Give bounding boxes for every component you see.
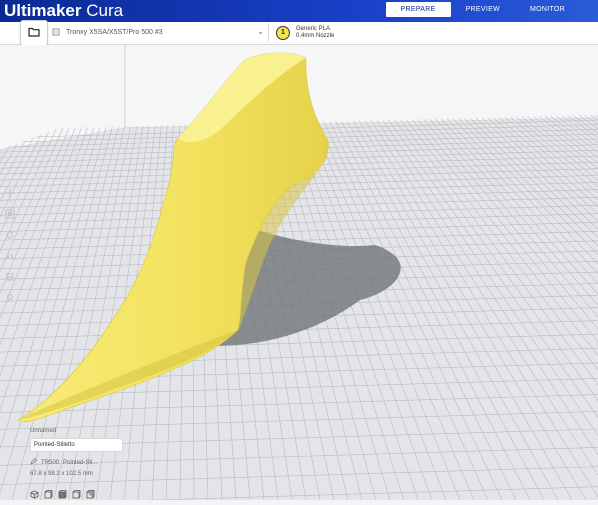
edit-icon[interactable] [30,458,37,467]
material-selector[interactable]: 1 Generic PLA 0.4mm Nozzle [276,23,334,42]
printer-selector[interactable]: Tronxy X5SA/X5ST/Pro 500 #3 ⌄ [52,23,269,42]
view-top-icon[interactable] [58,486,67,499]
support-blocker-icon [5,290,15,308]
tab-preview[interactable]: PREVIEW [451,2,515,17]
view-right-icon[interactable] [86,486,95,499]
rotate-tool-button[interactable] [4,230,16,242]
view-orientation-controls [30,486,95,499]
scale-icon [5,206,15,224]
app-logo: Ultimaker Cura [4,1,123,21]
per-model-settings-icon [5,269,15,287]
rotate-icon [5,227,15,245]
material-name: Generic PLA [296,25,331,32]
chevron-down-icon: ⌄ [257,27,264,36]
folder-icon [28,24,40,42]
view-front-icon[interactable] [44,486,53,499]
view-3d-icon[interactable] [30,486,39,499]
object-list-header[interactable]: Unnamed [30,428,123,434]
tab-prepare[interactable]: PREPARE [385,2,451,17]
tool-panel [0,188,20,328]
brand-name-bold: Ultimaker [4,1,82,20]
open-file-button[interactable] [20,20,48,46]
nozzle-size: 0.4mm Nozzle [296,32,335,39]
printer-icon [52,28,62,38]
printer-prefix: TR500 [41,459,60,466]
job-name-field[interactable]: Pointed-Stiletto [30,438,123,452]
mirror-icon [5,248,15,266]
view-left-icon[interactable] [72,486,81,499]
stage-tabs: PREPARE PREVIEW MONITOR [385,2,580,17]
per-model-settings-button[interactable] [4,272,16,284]
object-dimensions: 67.8 x 98.2 x 102.5 mm [30,471,93,477]
move-icon [5,185,15,203]
mirror-tool-button[interactable] [4,251,16,263]
object-name: Pointed-Sti... [63,459,98,466]
brand-name-light: Cura [81,1,124,20]
printer-name: Tronxy X5SA/X5ST/Pro 500 #3 [66,29,163,36]
object-list-panel: Unnamed Pointed-Stiletto TR500 Pointed-S… [30,428,123,477]
support-blocker-button[interactable] [4,293,16,305]
tab-monitor[interactable]: MONITOR [515,2,580,17]
move-tool-button[interactable] [4,188,16,200]
extruder-badge: 1 [276,25,290,40]
scale-tool-button[interactable] [4,209,16,221]
header-bar: Ultimaker Cura PREPARE PREVIEW MONITOR [0,0,598,22]
